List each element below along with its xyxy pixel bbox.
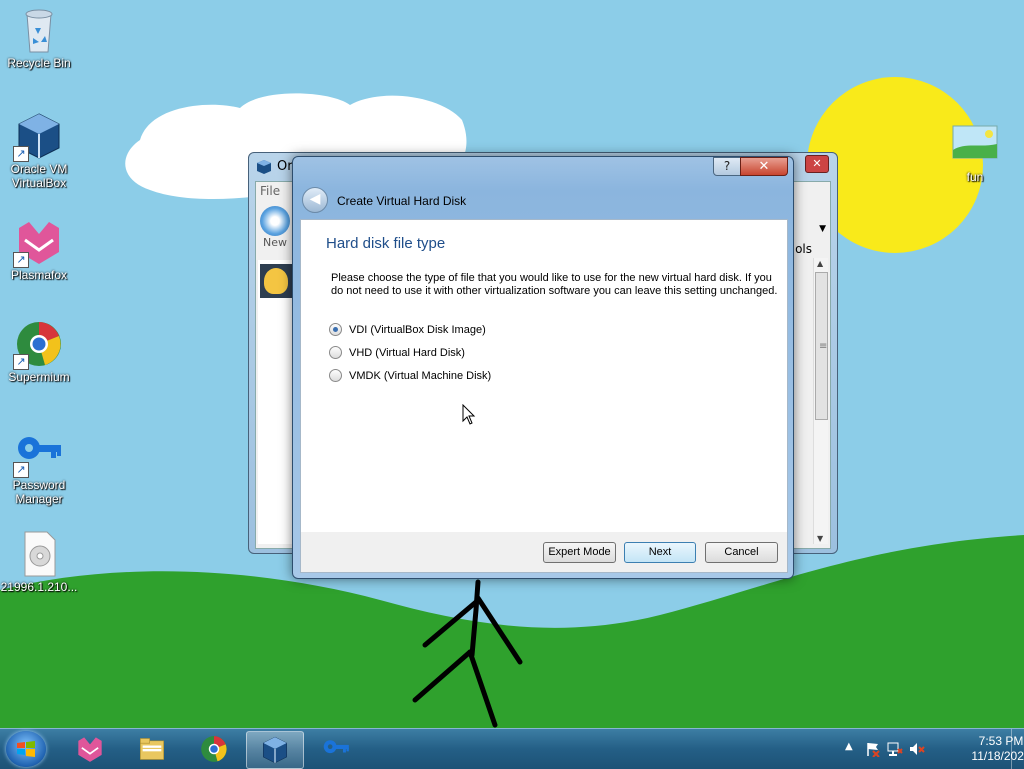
radio-button[interactable] <box>329 369 342 382</box>
taskbar-button-file-explorer[interactable] <box>124 731 180 767</box>
wizard-button-bar: Expert Mode Next Cancel <box>300 532 788 573</box>
vm-os-icon <box>264 268 288 294</box>
close-button[interactable]: ✕ <box>805 155 829 173</box>
desktop-icon-supermium[interactable]: ↗ Supermium <box>0 320 78 384</box>
radio-label: VDI (VirtualBox Disk Image) <box>349 323 486 336</box>
virtualbox-icon: ↗ <box>13 112 63 162</box>
mouse-cursor-icon <box>462 404 476 425</box>
desktop-icon-fun[interactable]: fun <box>936 120 1014 184</box>
taskbar-button-supermium[interactable] <box>186 731 242 767</box>
plasmafox-icon: ↗ <box>13 218 63 268</box>
cancel-button[interactable]: Cancel <box>705 542 778 563</box>
taskbar-button-plasmafox[interactable] <box>62 731 118 767</box>
radio-button-selected[interactable] <box>329 323 342 336</box>
desktop-icon-label: Password Manager <box>12 478 66 506</box>
radio-label: VHD (Virtual Hard Disk) <box>349 346 465 359</box>
desktop-icon-label: fun <box>966 170 984 184</box>
page-description: Please choose the type of file that you … <box>331 272 778 297</box>
desktop-icon-password-manager[interactable]: ↗ Password Manager <box>0 428 78 506</box>
taskbar-button-virtualbox[interactable] <box>246 731 304 769</box>
radio-button[interactable] <box>329 346 342 359</box>
desktop-icon-label: Supermium <box>8 370 70 384</box>
desktop-icon-label: Plasmafox <box>10 268 68 282</box>
key-icon: ↗ <box>13 428 63 478</box>
desktop-icon-virtualbox[interactable]: ↗ Oracle VM VirtualBox <box>0 112 78 190</box>
desktop-icon-disc-image[interactable]: 21996.1.210... <box>0 530 78 594</box>
new-icon <box>260 206 290 236</box>
desktop-icon-plasmafox[interactable]: ↗ Plasmafox <box>0 218 78 282</box>
radio-label: VMDK (Virtual Machine Disk) <box>349 369 492 382</box>
taskbar: ▲ 7:53 PM 11/18/2025 <box>0 728 1024 769</box>
radio-vhd[interactable]: VHD (Virtual Hard Disk) <box>329 346 465 359</box>
network-icon[interactable] <box>887 741 903 757</box>
expert-mode-button[interactable]: Expert Mode <box>543 542 616 563</box>
show-desktop-button[interactable] <box>1011 729 1024 769</box>
action-center-flag-icon[interactable] <box>865 741 881 757</box>
virtualbox-icon <box>257 160 271 174</box>
create-virtual-hard-disk-dialog[interactable]: ? ✕ ◀ Create Virtual Hard Disk Hard disk… <box>292 156 794 579</box>
back-arrow-icon[interactable]: ◀ <box>302 187 328 213</box>
supermium-icon <box>201 736 227 762</box>
dialog-title: Create Virtual Hard Disk <box>337 194 467 208</box>
windows-logo-icon <box>17 741 35 757</box>
help-button[interactable]: ? <box>713 157 741 176</box>
vm-list-item[interactable] <box>260 264 292 298</box>
window-title: Or <box>277 159 293 174</box>
picture-icon <box>951 120 999 168</box>
recycle-bin-icon <box>15 6 63 54</box>
volume-muted-icon[interactable] <box>909 741 925 757</box>
scroll-up-icon[interactable]: ▲ <box>817 259 823 268</box>
desktop-icon-label: 21996.1.210... <box>0 580 78 594</box>
desktop-icon-recycle-bin[interactable]: Recycle Bin <box>0 6 78 70</box>
new-label: New <box>263 236 287 249</box>
show-hidden-icons-icon[interactable]: ▲ <box>845 741 853 752</box>
tools-label[interactable]: ols <box>795 242 812 256</box>
supermium-icon: ↗ <box>13 320 63 370</box>
start-button[interactable] <box>6 731 46 767</box>
wizard-page: Hard disk file type Please choose the ty… <box>300 219 788 534</box>
chevron-down-icon[interactable]: ▼ <box>819 224 826 234</box>
vm-list[interactable] <box>258 260 295 544</box>
next-button[interactable]: Next <box>624 542 696 563</box>
taskbar-button-password-manager[interactable] <box>308 731 364 767</box>
plasmafox-icon <box>78 737 102 762</box>
virtualbox-icon <box>263 736 287 764</box>
desktop-icon-label: Recycle Bin <box>7 56 71 70</box>
disc-image-icon <box>15 530 63 578</box>
system-tray: ▲ 7:53 PM 11/18/2025 <box>839 729 1024 769</box>
page-heading: Hard disk file type <box>326 235 446 252</box>
menu-file[interactable]: File <box>260 184 280 198</box>
close-button[interactable]: ✕ <box>740 157 788 176</box>
scrollbar[interactable]: ▲ ≡ ▼ <box>813 258 828 544</box>
radio-vmdk[interactable]: VMDK (Virtual Machine Disk) <box>329 369 491 382</box>
desktop-icon-label: Oracle VM VirtualBox <box>10 162 68 190</box>
scrollbar-thumb[interactable]: ≡ <box>815 272 828 420</box>
radio-vdi[interactable]: VDI (VirtualBox Disk Image) <box>329 323 486 336</box>
file-explorer-icon <box>140 738 164 760</box>
key-icon <box>323 740 349 754</box>
scroll-down-icon[interactable]: ▼ <box>817 534 823 543</box>
new-vm-button[interactable]: New <box>258 206 292 249</box>
